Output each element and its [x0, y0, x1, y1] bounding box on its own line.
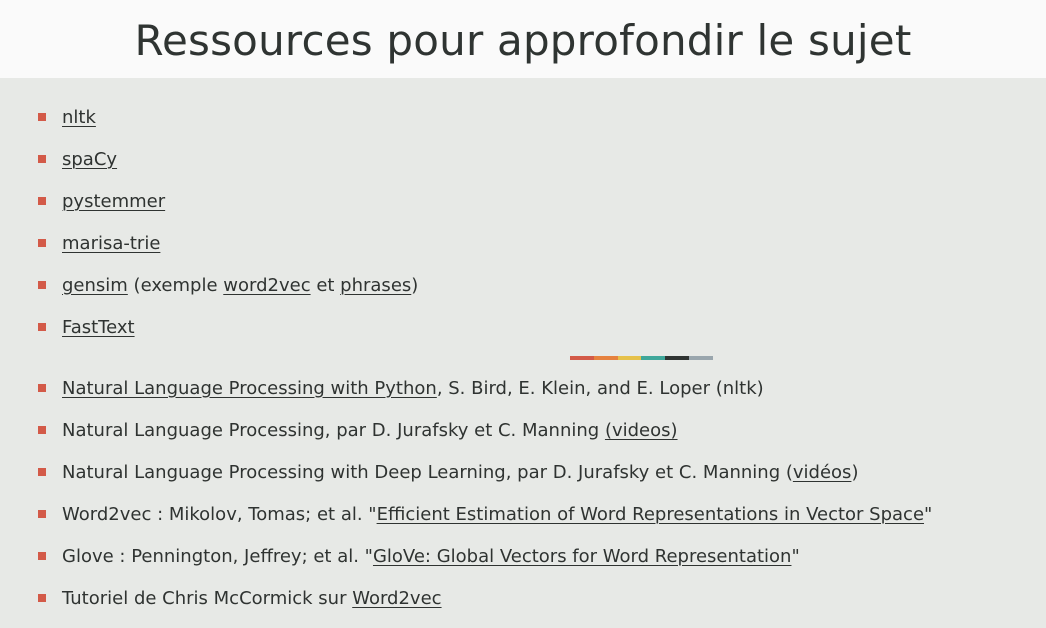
bullet-icon: [38, 113, 46, 121]
tools-list: nltk spaCy pystemmer marisa-trie gensim …: [38, 96, 418, 348]
link-mccormick-word2vec[interactable]: Word2vec: [352, 588, 441, 609]
link-nlp-python-book[interactable]: Natural Language Processing with Python: [62, 378, 437, 399]
bullet-icon: [38, 426, 46, 434]
link-word2vec-example[interactable]: word2vec: [223, 275, 310, 296]
bullet-icon: [38, 510, 46, 518]
list-item-nlp-course: Natural Language Processing, par D. Jura…: [38, 409, 932, 451]
ref-text-before: Natural Language Processing, par D. Jura…: [62, 419, 605, 441]
list-item-word2vec-paper: Word2vec : Mikolov, Tomas; et al. " Effic…: [38, 493, 932, 535]
bullet-icon: [38, 323, 46, 331]
link-word2vec-paper[interactable]: Efficient Estimation of Word Representat…: [377, 504, 924, 525]
ref-text-after: , S. Bird, E. Klein, and E. Loper (nltk): [436, 377, 764, 399]
bullet-icon: [38, 197, 46, 205]
list-item-marisa-trie: marisa-trie: [38, 222, 418, 264]
link-pystemmer[interactable]: pystemmer: [62, 191, 165, 212]
link-phrases[interactable]: phrases: [340, 275, 411, 296]
link-marisa-trie[interactable]: marisa-trie: [62, 233, 160, 254]
list-item-glove-paper: Glove : Pennington, Jeffrey; et al. " Glo…: [38, 535, 932, 577]
bullet-icon: [38, 239, 46, 247]
bullet-icon: [38, 552, 46, 560]
link-nltk[interactable]: nltk: [62, 107, 96, 128]
list-item-gensim: gensim (exemple word2vec et phrases): [38, 264, 418, 306]
divider-segment: [665, 356, 690, 360]
bullet-icon: [38, 594, 46, 602]
divider-segment: [617, 356, 642, 360]
color-divider: [570, 356, 713, 360]
ref-text-before: Glove : Pennington, Jeffrey; et al. ": [62, 545, 373, 567]
ref-text-after: ": [924, 503, 933, 525]
list-item-nlp-deep-learning: Natural Language Processing with Deep Le…: [38, 451, 932, 493]
link-fasttext[interactable]: FastText: [62, 317, 135, 338]
divider-segment: [593, 356, 618, 360]
list-item-spacy: spaCy: [38, 138, 418, 180]
bullet-icon: [38, 384, 46, 392]
references-list: Natural Language Processing with Python,…: [38, 367, 932, 619]
gensim-text-2: et: [310, 274, 341, 296]
list-item-mccormick-tutorial: Tutoriel de Chris McCormick sur Word2vec: [38, 577, 932, 619]
divider-segment: [641, 356, 666, 360]
ref-text-before: Tutoriel de Chris McCormick sur: [62, 587, 353, 609]
list-item-fasttext: FastText: [38, 306, 418, 348]
link-nlp-dl-videos[interactable]: vidéos: [793, 462, 852, 483]
divider-segment: [570, 356, 594, 360]
link-glove-paper[interactable]: GloVe: Global Vectors for Word Represent…: [373, 546, 792, 567]
gensim-text-1: (exemple: [127, 274, 224, 296]
list-item-nlp-python-book: Natural Language Processing with Python,…: [38, 367, 932, 409]
divider-segment: [689, 356, 713, 360]
bullet-icon: [38, 468, 46, 476]
ref-text-after: ): [851, 461, 859, 483]
list-item-pystemmer: pystemmer: [38, 180, 418, 222]
page-title: Ressources pour approfondir le sujet: [134, 15, 912, 65]
bullet-icon: [38, 155, 46, 163]
link-gensim[interactable]: gensim: [62, 275, 128, 296]
bullet-icon: [38, 281, 46, 289]
ref-text-before: Natural Language Processing with Deep Le…: [62, 461, 793, 483]
header: Ressources pour approfondir le sujet: [0, 0, 1046, 78]
ref-text-after: ": [791, 545, 800, 567]
link-spacy[interactable]: spaCy: [62, 149, 117, 170]
link-nlp-course-videos[interactable]: (videos): [605, 420, 678, 441]
gensim-text-3: ): [411, 274, 419, 296]
ref-text-before: Word2vec : Mikolov, Tomas; et al. ": [62, 503, 377, 525]
list-item-nltk: nltk: [38, 96, 418, 138]
